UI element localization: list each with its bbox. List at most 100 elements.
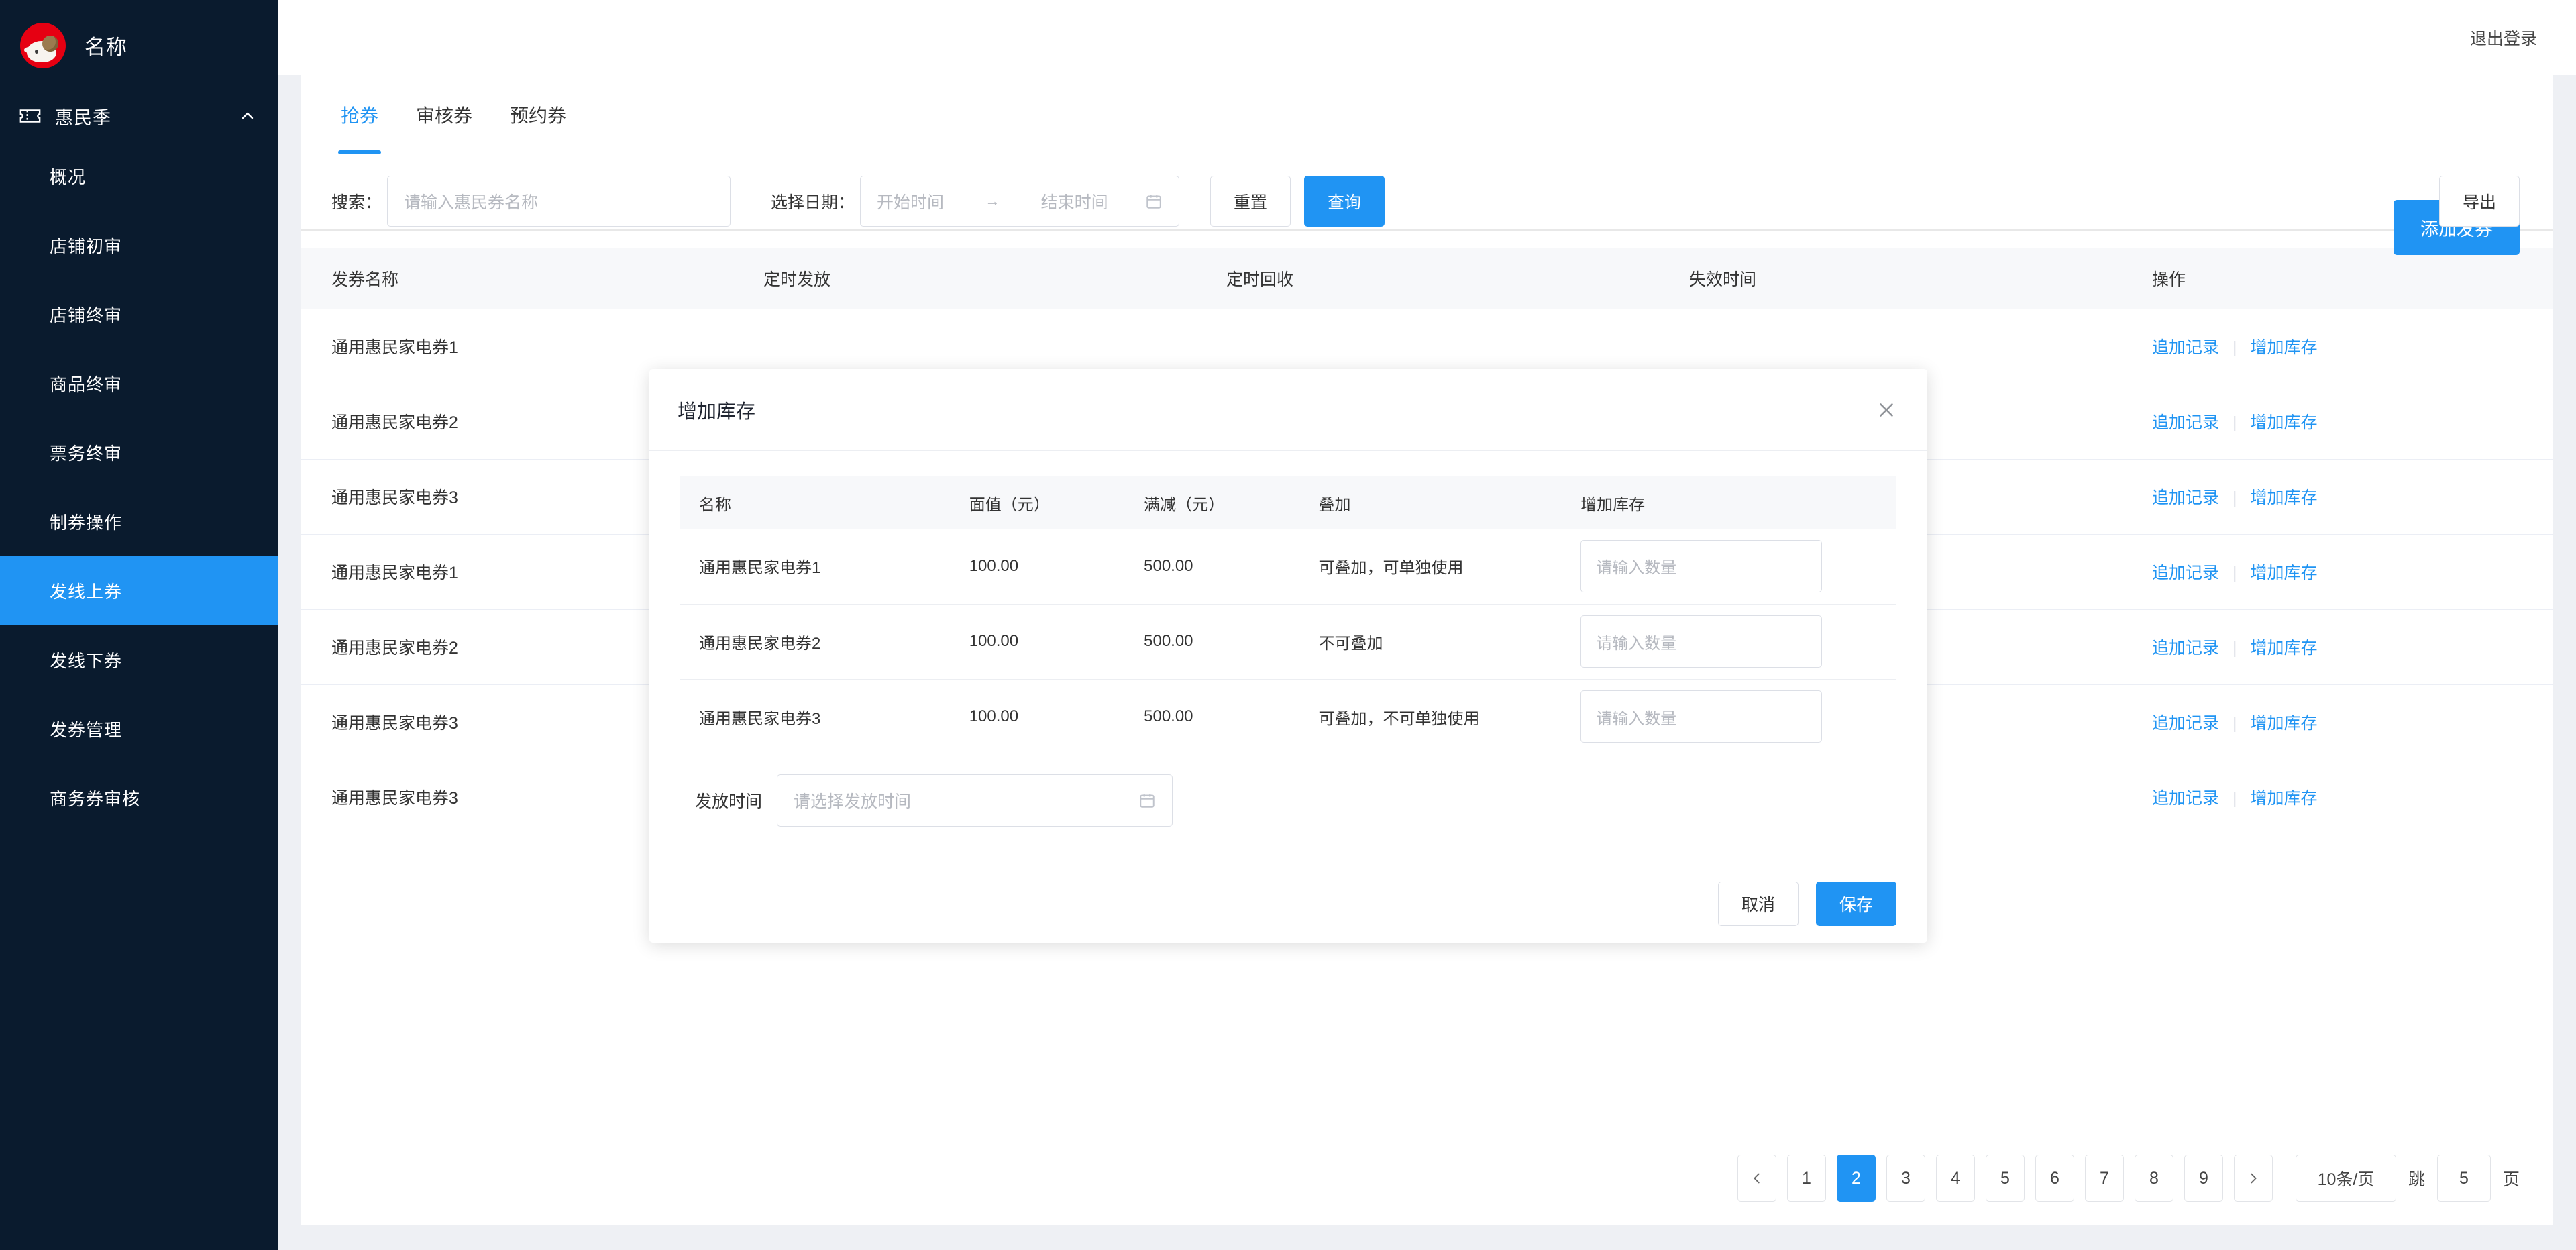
add-stock-link[interactable]: 增加库存: [2251, 789, 2318, 808]
pagination-page-5[interactable]: 5: [1985, 1155, 2025, 1202]
stock-cell-threshold: 500.00: [1144, 604, 1319, 680]
quantity-input-placeholder: 请输入数量: [1596, 709, 1677, 728]
tab-1[interactable]: 审核券: [397, 75, 491, 154]
stock-cell-face: 100.00: [969, 707, 1019, 726]
add-stock-link[interactable]: 增加库存: [2251, 488, 2318, 507]
cell-actions: 追加记录 | 增加库存: [2152, 384, 2553, 460]
tab-2[interactable]: 预约券: [491, 75, 585, 154]
date-range-picker[interactable]: 开始时间 → 结束时间: [860, 176, 1180, 227]
query-button[interactable]: 查询: [1304, 176, 1385, 227]
stock-table: 名称 面值（元） 满减（元） 叠加 增加库存 通用惠民家电券1 100.00 500.00 可…: [680, 476, 1896, 754]
filter-bar: 搜索： 请输入惠民券名称 选择日期： 开始时间 → 结束时间 重置 查询 导出: [301, 154, 2553, 248]
sidebar-item-5[interactable]: 制券操作: [0, 487, 278, 556]
append-record-link[interactable]: 追加记录: [2152, 488, 2219, 507]
tab-0[interactable]: 抢券: [322, 75, 397, 154]
sidebar-item-7[interactable]: 发线下券: [0, 625, 278, 694]
pagination-page-4[interactable]: 4: [1935, 1155, 1975, 1202]
dialog-body: 名称 面值（元） 满减（元） 叠加 增加库存 通用惠民家电券1 100.00 500.00 可…: [649, 451, 1927, 827]
stock-table-header: 名称 面值（元） 满减（元） 叠加 增加库存: [680, 476, 1896, 529]
sidebar-item-1[interactable]: 店铺初审: [0, 211, 278, 280]
table-column-header: 操作: [2152, 248, 2553, 309]
release-time-picker[interactable]: 请选择发放时间: [777, 774, 1173, 827]
stock-cell-name: 通用惠民家电券1: [680, 529, 969, 605]
sidebar-item-label: 店铺终审: [50, 305, 123, 325]
table-column-header: 定时回收: [1226, 248, 1689, 309]
stock-row: 通用惠民家电券1 100.00 500.00 可叠加，可单独使用 请输入数量: [680, 529, 1896, 605]
logout-button[interactable]: 退出登录: [2470, 25, 2537, 50]
quantity-input[interactable]: 请输入数量: [1580, 690, 1823, 743]
sidebar-item-label: 商务券审核: [50, 789, 141, 809]
add-stock-link[interactable]: 增加库存: [2251, 338, 2318, 357]
sidebar-item-9[interactable]: 商务券审核: [0, 764, 278, 833]
sidebar-item-3[interactable]: 商品终审: [0, 349, 278, 418]
pagination-page-2[interactable]: 2: [1836, 1155, 1876, 1202]
search-label: 搜索：: [331, 193, 382, 212]
sidebar: 名称 惠民季 概况 店铺初审 店铺终审 商品终审 票务终审 制券操作 发线上券 发线下券 发券管…: [0, 0, 278, 1250]
page-unit-label: 页: [2502, 1170, 2520, 1189]
close-icon[interactable]: [1875, 399, 1898, 421]
pagination-page-1[interactable]: 1: [1786, 1155, 1826, 1202]
pagination-prev-button[interactable]: [1737, 1155, 1776, 1202]
dialog-footer: 取消 保存: [649, 864, 1927, 943]
date-range-arrow-icon: →: [985, 193, 1000, 209]
table-column-header: 定时发放: [763, 248, 1226, 309]
page-size-select[interactable]: 10条/页: [2295, 1155, 2396, 1202]
action-divider: |: [2233, 789, 2237, 808]
quantity-input[interactable]: 请输入数量: [1580, 539, 1823, 592]
release-time-label: 发放时间: [695, 792, 763, 811]
stock-cell-stack: 可叠加，可单独使用: [1318, 529, 1581, 605]
add-stock-link[interactable]: 增加库存: [2251, 413, 2318, 432]
tab-bar: 抢券 审核券 预约券: [301, 75, 2553, 154]
stock-cell-name: 通用惠民家电券2: [680, 604, 969, 680]
sidebar-item-label: 票务终审: [50, 444, 123, 464]
pagination-next-button[interactable]: [2233, 1155, 2273, 1202]
jump-page-input[interactable]: 5: [2436, 1155, 2491, 1202]
dialog-header: 增加库存: [649, 369, 1927, 451]
search-input[interactable]: 请输入惠民券名称: [387, 176, 731, 227]
append-record-link[interactable]: 追加记录: [2152, 714, 2219, 733]
pagination-page-8[interactable]: 8: [2134, 1155, 2174, 1202]
action-divider: |: [2233, 564, 2237, 582]
reset-button[interactable]: 重置: [1210, 176, 1291, 227]
add-stock-dialog: 增加库存 名称 面值（元） 满减（元） 叠加 增加库存 通用惠民家电券1 100.00 50…: [649, 369, 1927, 943]
add-stock-link[interactable]: 增加库存: [2251, 714, 2318, 733]
topbar: 退出登录: [278, 0, 2576, 75]
stock-cell-qty: 请输入数量: [1580, 529, 1896, 605]
sidebar-item-6[interactable]: 发线上券: [0, 556, 278, 625]
append-record-link[interactable]: 追加记录: [2152, 338, 2219, 357]
cell-actions: 追加记录 | 增加库存: [2152, 609, 2553, 685]
append-record-link[interactable]: 追加记录: [2152, 413, 2219, 432]
jump-label: 跳: [2408, 1170, 2425, 1189]
stock-row: 通用惠民家电券2 100.00 500.00 不可叠加 请输入数量: [680, 604, 1896, 680]
pagination-page-7[interactable]: 7: [2084, 1155, 2124, 1202]
table-column-header: 发券名称: [301, 248, 763, 309]
sidebar-item-4[interactable]: 票务终审: [0, 418, 278, 487]
stock-row: 通用惠民家电券3 100.00 500.00 可叠加，不可单独使用 请输入数量: [680, 679, 1896, 754]
sidebar-group-label: 惠民季: [55, 107, 111, 128]
cancel-button[interactable]: 取消: [1717, 881, 1799, 926]
quantity-input-placeholder: 请输入数量: [1596, 559, 1677, 578]
pagination-page-9[interactable]: 9: [2184, 1155, 2223, 1202]
append-record-link[interactable]: 追加记录: [2152, 564, 2219, 582]
add-stock-link[interactable]: 增加库存: [2251, 564, 2318, 582]
stock-column-header: 名称: [680, 476, 969, 529]
quantity-input[interactable]: 请输入数量: [1580, 615, 1823, 668]
pagination-page-3[interactable]: 3: [1886, 1155, 1925, 1202]
sidebar-item-8[interactable]: 发券管理: [0, 694, 278, 764]
sidebar-group-huiminji[interactable]: 惠民季: [0, 91, 278, 142]
add-stock-link[interactable]: 增加库存: [2251, 639, 2318, 658]
sidebar-item-2[interactable]: 店铺终审: [0, 280, 278, 349]
sidebar-item-0[interactable]: 概况: [0, 142, 278, 211]
append-record-link[interactable]: 追加记录: [2152, 639, 2219, 658]
sidebar-item-label: 概况: [50, 167, 87, 187]
sidebar-item-label: 发线下券: [50, 651, 123, 671]
stock-cell-name: 通用惠民家电券3: [699, 709, 821, 728]
sidebar-item-label: 制券操作: [50, 513, 123, 533]
export-button[interactable]: 导出: [2438, 176, 2520, 227]
pagination-page-6[interactable]: 6: [2035, 1155, 2074, 1202]
save-button[interactable]: 保存: [1815, 881, 1896, 926]
calendar-icon: [1145, 193, 1163, 210]
append-record-link[interactable]: 追加记录: [2152, 789, 2219, 808]
calendar-icon: [1138, 792, 1156, 809]
stock-cell-threshold: 500.00: [1144, 707, 1193, 726]
